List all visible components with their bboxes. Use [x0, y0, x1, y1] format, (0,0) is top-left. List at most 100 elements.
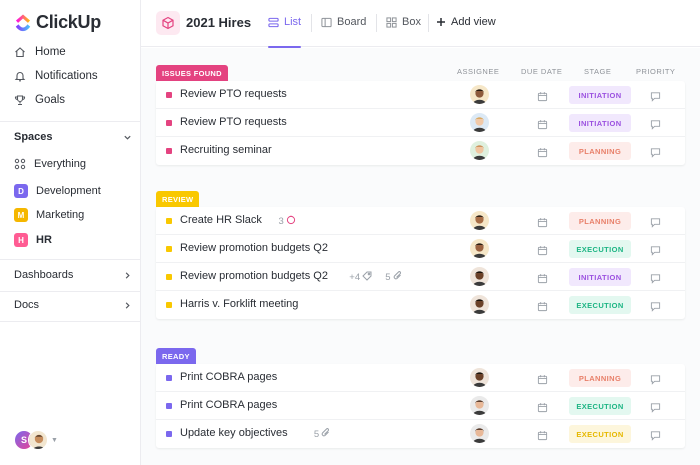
status-square-icon[interactable] [166, 92, 172, 98]
assignee-avatar[interactable] [470, 368, 489, 387]
task-extra-tag[interactable]: +4 [349, 271, 372, 284]
space-hr[interactable]: H HR [14, 233, 52, 247]
task-extra-paperclip[interactable]: 5 [314, 428, 331, 441]
column-header-stage[interactable]: STAGE [584, 67, 611, 76]
assignee-avatar[interactable] [470, 396, 489, 415]
group-label[interactable]: ISSUES FOUND [156, 65, 228, 81]
assignee-avatar[interactable] [470, 239, 489, 258]
tab-box[interactable]: Box [386, 16, 421, 28]
task-name[interactable]: Review PTO requests [180, 116, 287, 128]
assignee-avatar[interactable] [470, 211, 489, 230]
priority-flag-icon[interactable] [650, 400, 661, 413]
stage-badge[interactable]: INITIATION [569, 114, 631, 132]
nav-notifications[interactable]: Notifications [14, 70, 98, 82]
clickup-logo[interactable]: ClickUp [14, 12, 101, 33]
task-name[interactable]: Create HR Slack [180, 214, 262, 226]
task-row[interactable]: Review promotion budgets Q2 EXECUTION [156, 235, 685, 263]
assignee-avatar[interactable] [470, 113, 489, 132]
status-square-icon[interactable] [166, 274, 172, 280]
task-name[interactable]: Update key objectives [180, 427, 288, 439]
task-row[interactable]: Print COBRA pages EXECUTION [156, 392, 685, 420]
assignee-avatar[interactable] [470, 85, 489, 104]
task-extra-subtask[interactable]: 3 [279, 215, 296, 228]
assignee-avatar[interactable] [470, 141, 489, 160]
group-label[interactable]: REVIEW [156, 191, 200, 207]
chevron-down-icon[interactable] [123, 133, 132, 142]
list-icon[interactable] [156, 11, 180, 35]
status-square-icon[interactable] [166, 120, 172, 126]
calendar-icon[interactable] [537, 299, 548, 312]
task-row[interactable]: Review PTO requests INITIATION [156, 109, 685, 137]
status-square-icon[interactable] [166, 246, 172, 252]
stage-badge[interactable]: INITIATION [569, 268, 631, 286]
task-row[interactable]: Review PTO requests INITIATION [156, 81, 685, 109]
assignee-avatar[interactable] [470, 295, 489, 314]
tab-list[interactable]: List [268, 16, 302, 48]
stage-badge[interactable]: PLANNING [569, 212, 631, 230]
space-marketing[interactable]: M Marketing [14, 208, 84, 222]
nav-goals[interactable]: Goals [14, 94, 65, 106]
priority-flag-icon[interactable] [650, 117, 661, 130]
stage-badge[interactable]: EXECUTION [569, 397, 631, 415]
stage-badge[interactable]: EXECUTION [569, 425, 631, 443]
calendar-icon[interactable] [537, 215, 548, 228]
dashboards-section[interactable]: Dashboards [14, 269, 132, 281]
group-label[interactable]: READY [156, 348, 196, 364]
stage-badge[interactable]: PLANNING [569, 369, 631, 387]
add-view-button[interactable]: Add view [436, 16, 496, 28]
task-extra-paperclip[interactable]: 5 [385, 271, 402, 284]
calendar-icon[interactable] [537, 372, 548, 385]
column-header-priority[interactable]: PRIORITY [636, 67, 675, 76]
task-row[interactable]: Review promotion budgets Q2 +4 5 INITIATION [156, 263, 685, 291]
task-row[interactable]: Harris v. Forklift meeting EXECUTION [156, 291, 685, 319]
calendar-icon[interactable] [537, 400, 548, 413]
column-header-assignee[interactable]: ASSIGNEE [457, 67, 499, 76]
calendar-icon[interactable] [537, 89, 548, 102]
status-square-icon[interactable] [166, 375, 172, 381]
assignee-avatar[interactable] [470, 267, 489, 286]
priority-flag-icon[interactable] [650, 271, 661, 284]
calendar-icon[interactable] [537, 145, 548, 158]
assignee-avatar[interactable] [470, 424, 489, 443]
task-name[interactable]: Harris v. Forklift meeting [180, 298, 298, 310]
space-everything[interactable]: Everything [14, 158, 86, 170]
user-menu[interactable]: S ▼ [14, 430, 58, 450]
task-name[interactable]: Print COBRA pages [180, 399, 277, 411]
calendar-icon[interactable] [537, 271, 548, 284]
nav-home-label: Home [35, 46, 66, 58]
task-row[interactable]: Create HR Slack 3 PLANNING [156, 207, 685, 235]
stage-badge[interactable]: EXECUTION [569, 240, 631, 258]
priority-flag-icon[interactable] [650, 372, 661, 385]
status-square-icon[interactable] [166, 302, 172, 308]
status-square-icon[interactable] [166, 218, 172, 224]
task-name[interactable]: Review promotion budgets Q2 [180, 270, 328, 282]
priority-flag-icon[interactable] [650, 299, 661, 312]
priority-flag-icon[interactable] [650, 243, 661, 256]
calendar-icon[interactable] [537, 117, 548, 130]
docs-section[interactable]: Docs [14, 299, 132, 311]
stage-badge[interactable]: PLANNING [569, 142, 631, 160]
status-square-icon[interactable] [166, 148, 172, 154]
task-row[interactable]: Recruiting seminar PLANNING [156, 137, 685, 165]
tab-board[interactable]: Board [321, 16, 366, 28]
task-row[interactable]: Print COBRA pages PLANNING [156, 364, 685, 392]
column-header-due-date[interactable]: DUE DATE [521, 67, 562, 76]
space-development[interactable]: D Development [14, 184, 101, 198]
spaces-header[interactable]: Spaces [14, 131, 132, 143]
task-name[interactable]: Review promotion budgets Q2 [180, 242, 328, 254]
status-square-icon[interactable] [166, 403, 172, 409]
status-square-icon[interactable] [166, 431, 172, 437]
calendar-icon[interactable] [537, 243, 548, 256]
priority-flag-icon[interactable] [650, 89, 661, 102]
task-name[interactable]: Review PTO requests [180, 88, 287, 100]
nav-home[interactable]: Home [14, 46, 66, 58]
priority-flag-icon[interactable] [650, 215, 661, 228]
task-name[interactable]: Recruiting seminar [180, 144, 272, 156]
stage-badge[interactable]: INITIATION [569, 86, 631, 104]
stage-badge[interactable]: EXECUTION [569, 296, 631, 314]
priority-flag-icon[interactable] [650, 428, 661, 441]
priority-flag-icon[interactable] [650, 145, 661, 158]
calendar-icon[interactable] [537, 428, 548, 441]
task-row[interactable]: Update key objectives 5 EXECUTION [156, 420, 685, 448]
task-name[interactable]: Print COBRA pages [180, 371, 277, 383]
